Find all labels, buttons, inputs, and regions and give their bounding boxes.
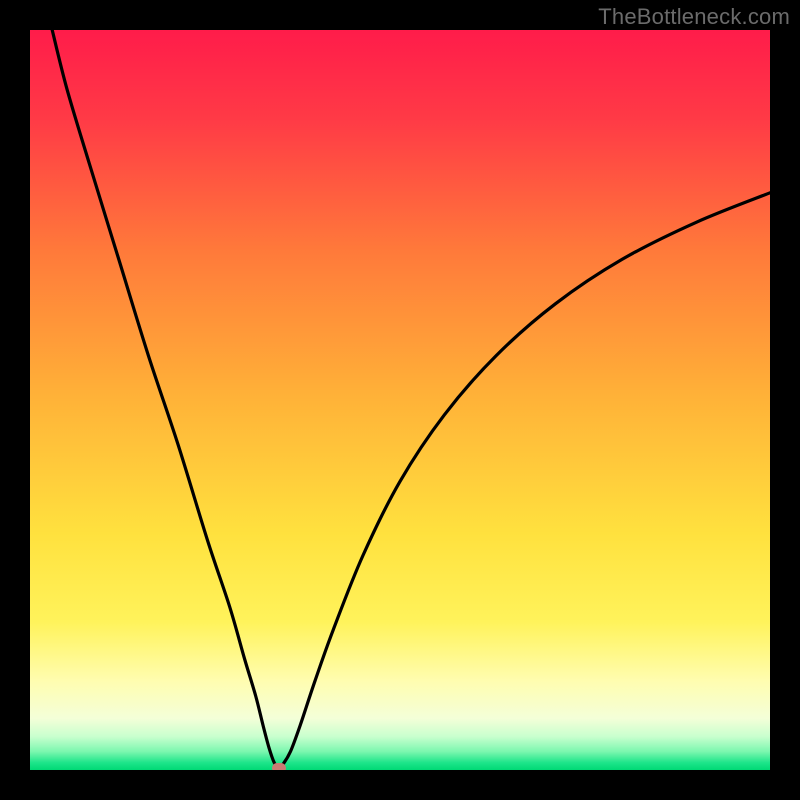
optimal-point-marker <box>272 763 286 770</box>
watermark-text: TheBottleneck.com <box>598 4 790 30</box>
plot-area <box>30 30 770 770</box>
bottleneck-curve <box>30 30 770 770</box>
